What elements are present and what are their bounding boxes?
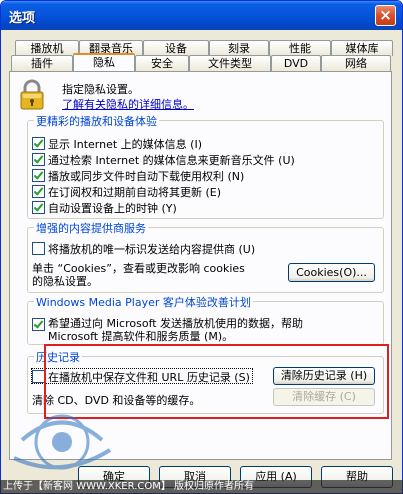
tab-burn[interactable]: 刻录 (209, 40, 269, 56)
checkbox-label: 播放或同步文件时自动下载使用权利 (N) (48, 170, 245, 183)
tab-file-types[interactable]: 文件类型 (189, 55, 271, 71)
checkbox-send-unique-id[interactable]: 将播放机的唯一标识发送给内容提供商 (U) (32, 241, 256, 256)
checkbox-set-device-clock[interactable]: 自动设置设备上的时钟 (Y) (32, 200, 177, 215)
checkbox-show-media-info[interactable]: 显示 Internet 上的媒体信息 (I) (32, 136, 202, 151)
highlight-annotation (44, 344, 389, 419)
tab-performance[interactable]: 性能 (269, 40, 331, 56)
checkbox-label: 显示 Internet 上的媒体信息 (I) (48, 138, 202, 151)
checkbox-label: 自动设置设备上的时钟 (Y) (48, 202, 177, 215)
watermark-logo (13, 414, 112, 470)
checkbox-box[interactable] (32, 242, 45, 255)
tab-dvd[interactable]: DVD (271, 55, 321, 71)
ceip-label-line1: 希望通过向 Microsoft 发送播放机使用的数据，帮助 (48, 317, 304, 330)
cookies-description-line2: 的隐私设置。 (32, 275, 98, 288)
checkbox-box[interactable] (32, 185, 45, 198)
ceip-label-line2: Microsoft 提高软件和服务质量 (M)。 (48, 330, 234, 343)
checkbox-label: 通过检索 Internet 的媒体信息来更新音乐文件 (U) (48, 154, 295, 167)
tab-devices[interactable]: 设备 (143, 40, 209, 56)
window-title: 选项 (9, 11, 36, 26)
checkbox-box[interactable] (32, 153, 45, 166)
tab-library[interactable]: 媒体库 (331, 40, 393, 56)
footer-watermark-text: 上传于【新客网 WWW.XKER.COM】 版权归原作者所有 (0, 480, 403, 494)
tab-security[interactable]: 安全 (135, 55, 189, 71)
lock-icon (20, 79, 44, 110)
checkbox-download-usage-rights[interactable]: 播放或同步文件时自动下载使用权利 (N) (32, 168, 245, 183)
close-button[interactable]: × (375, 5, 396, 26)
tab-plugins[interactable]: 插件 (11, 55, 73, 71)
privacy-intro-text: 指定隐私设置。 (62, 83, 139, 96)
tab-player[interactable]: 播放机 (15, 40, 79, 56)
cookies-button[interactable]: Cookies(O)... (288, 263, 375, 282)
playback-group-title: 更精彩的播放和设备体验 (34, 113, 159, 129)
checkbox-box[interactable] (32, 201, 45, 214)
tab-privacy[interactable]: 隐私 (73, 53, 135, 71)
checkbox-ceip[interactable]: 希望通过向 Microsoft 发送播放机使用的数据，帮助 Microsoft 提… (32, 317, 303, 345)
checkbox-box[interactable] (32, 137, 45, 150)
title-bar[interactable]: 选项 × (1, 1, 402, 30)
ceip-group-title: Windows Media Player 客户体验改善计划 (34, 294, 253, 310)
checkbox-update-music-files[interactable]: 通过检索 Internet 的媒体信息来更新音乐文件 (U) (32, 152, 295, 167)
checkbox-auto-renew[interactable]: 在订阅权和过期前自动将其更新 (E) (32, 184, 222, 199)
privacy-info-link[interactable]: 了解有关隐私的详细信息。 (62, 96, 194, 112)
checkbox-box[interactable] (32, 318, 45, 331)
content-group-title: 增强的内容提供商服务 (34, 220, 148, 236)
checkbox-box[interactable] (32, 169, 45, 182)
tab-network[interactable]: 网络 (321, 55, 391, 71)
checkbox-label: 将播放机的唯一标识发送给内容提供商 (U) (48, 243, 256, 256)
checkbox-label: 在订阅权和过期前自动将其更新 (E) (48, 186, 222, 199)
